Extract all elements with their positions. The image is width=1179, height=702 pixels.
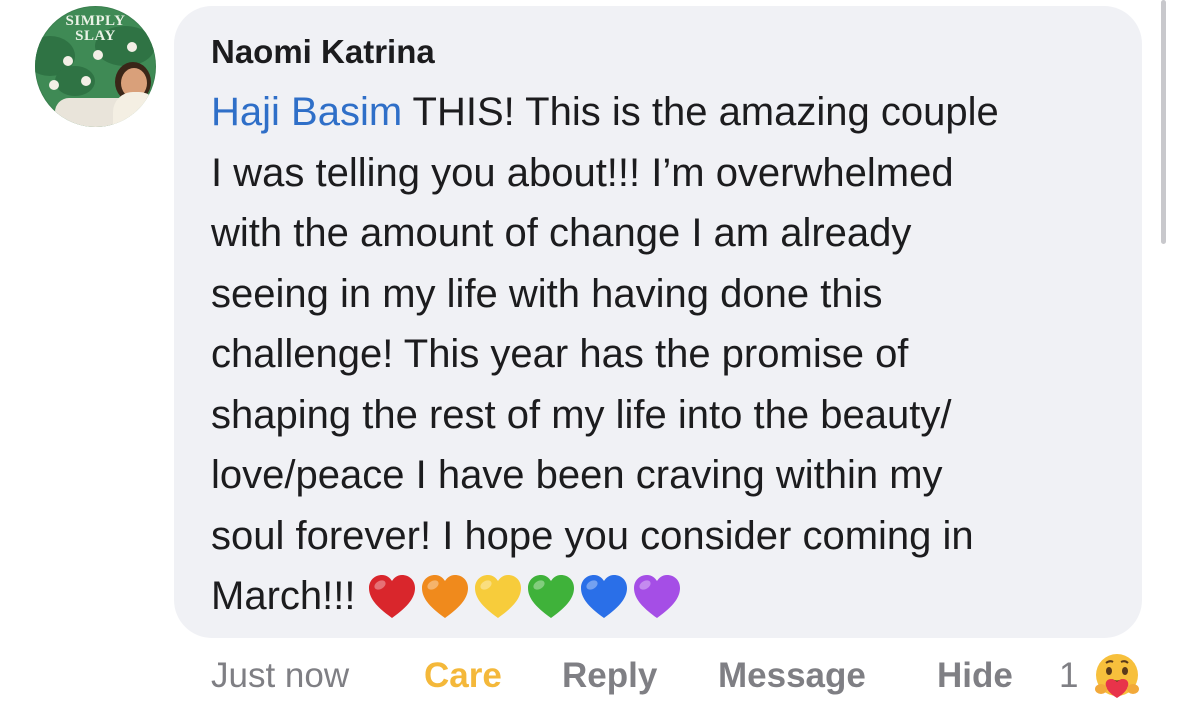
- avatar-logo-line1: SIMPLY: [65, 13, 126, 29]
- yellow-heart-icon: [473, 574, 523, 620]
- comment-line-4: seeing in my life with having done this: [211, 271, 883, 316]
- hide-button[interactable]: Hide: [937, 651, 1013, 701]
- comment-line-7: love/peace I have been craving within my: [211, 453, 943, 497]
- comment-line-3: with the amount of change I am already: [211, 211, 912, 255]
- comment-view: SIMPLY SLAY Naomi Katrina Haji Basim THI…: [0, 0, 1179, 702]
- message-button[interactable]: Message: [718, 651, 866, 701]
- comment-line-text: THIS! This is the amazing couple: [402, 90, 999, 134]
- care-button[interactable]: Care: [424, 651, 502, 701]
- avatar-person-body: [113, 92, 156, 127]
- comment-line-text: March!!!: [211, 574, 356, 618]
- avatar[interactable]: SIMPLY SLAY: [35, 6, 156, 127]
- comment-line-2: I was telling you about!!! I’m overwhelm…: [211, 150, 954, 195]
- orange-heart-icon: [420, 574, 470, 620]
- avatar-logo-line2: SLAY: [75, 28, 116, 44]
- purple-heart-icon: [632, 574, 682, 620]
- comment-line-5: challenge! This year has the promise of: [211, 332, 909, 376]
- scrollbar-thumb[interactable]: [1161, 0, 1166, 244]
- comment-text: Haji Basim THIS! This is the amazing cou…: [211, 82, 1121, 627]
- mention-link[interactable]: Haji Basim: [211, 90, 402, 134]
- comment-line-8: soul forever! I hope you consider coming…: [211, 513, 974, 558]
- comment-author[interactable]: Naomi Katrina: [211, 32, 435, 72]
- heart-emojis: [367, 568, 685, 629]
- care-reaction-icon[interactable]: [1092, 651, 1142, 701]
- reaction-count[interactable]: 1: [1059, 651, 1078, 701]
- timestamp: Just now: [211, 656, 350, 695]
- reply-button[interactable]: Reply: [562, 651, 657, 701]
- red-heart-icon: [367, 574, 417, 620]
- green-heart-icon: [526, 574, 576, 620]
- avatar-logo: SIMPLY SLAY: [35, 14, 156, 44]
- comment-line-1: Haji Basim THIS! This is the amazing cou…: [211, 82, 1121, 143]
- blue-heart-icon: [579, 574, 629, 620]
- comment-line-6: shaping the rest of my life into the bea…: [211, 392, 952, 437]
- comment-line-9: March!!!: [211, 566, 1121, 627]
